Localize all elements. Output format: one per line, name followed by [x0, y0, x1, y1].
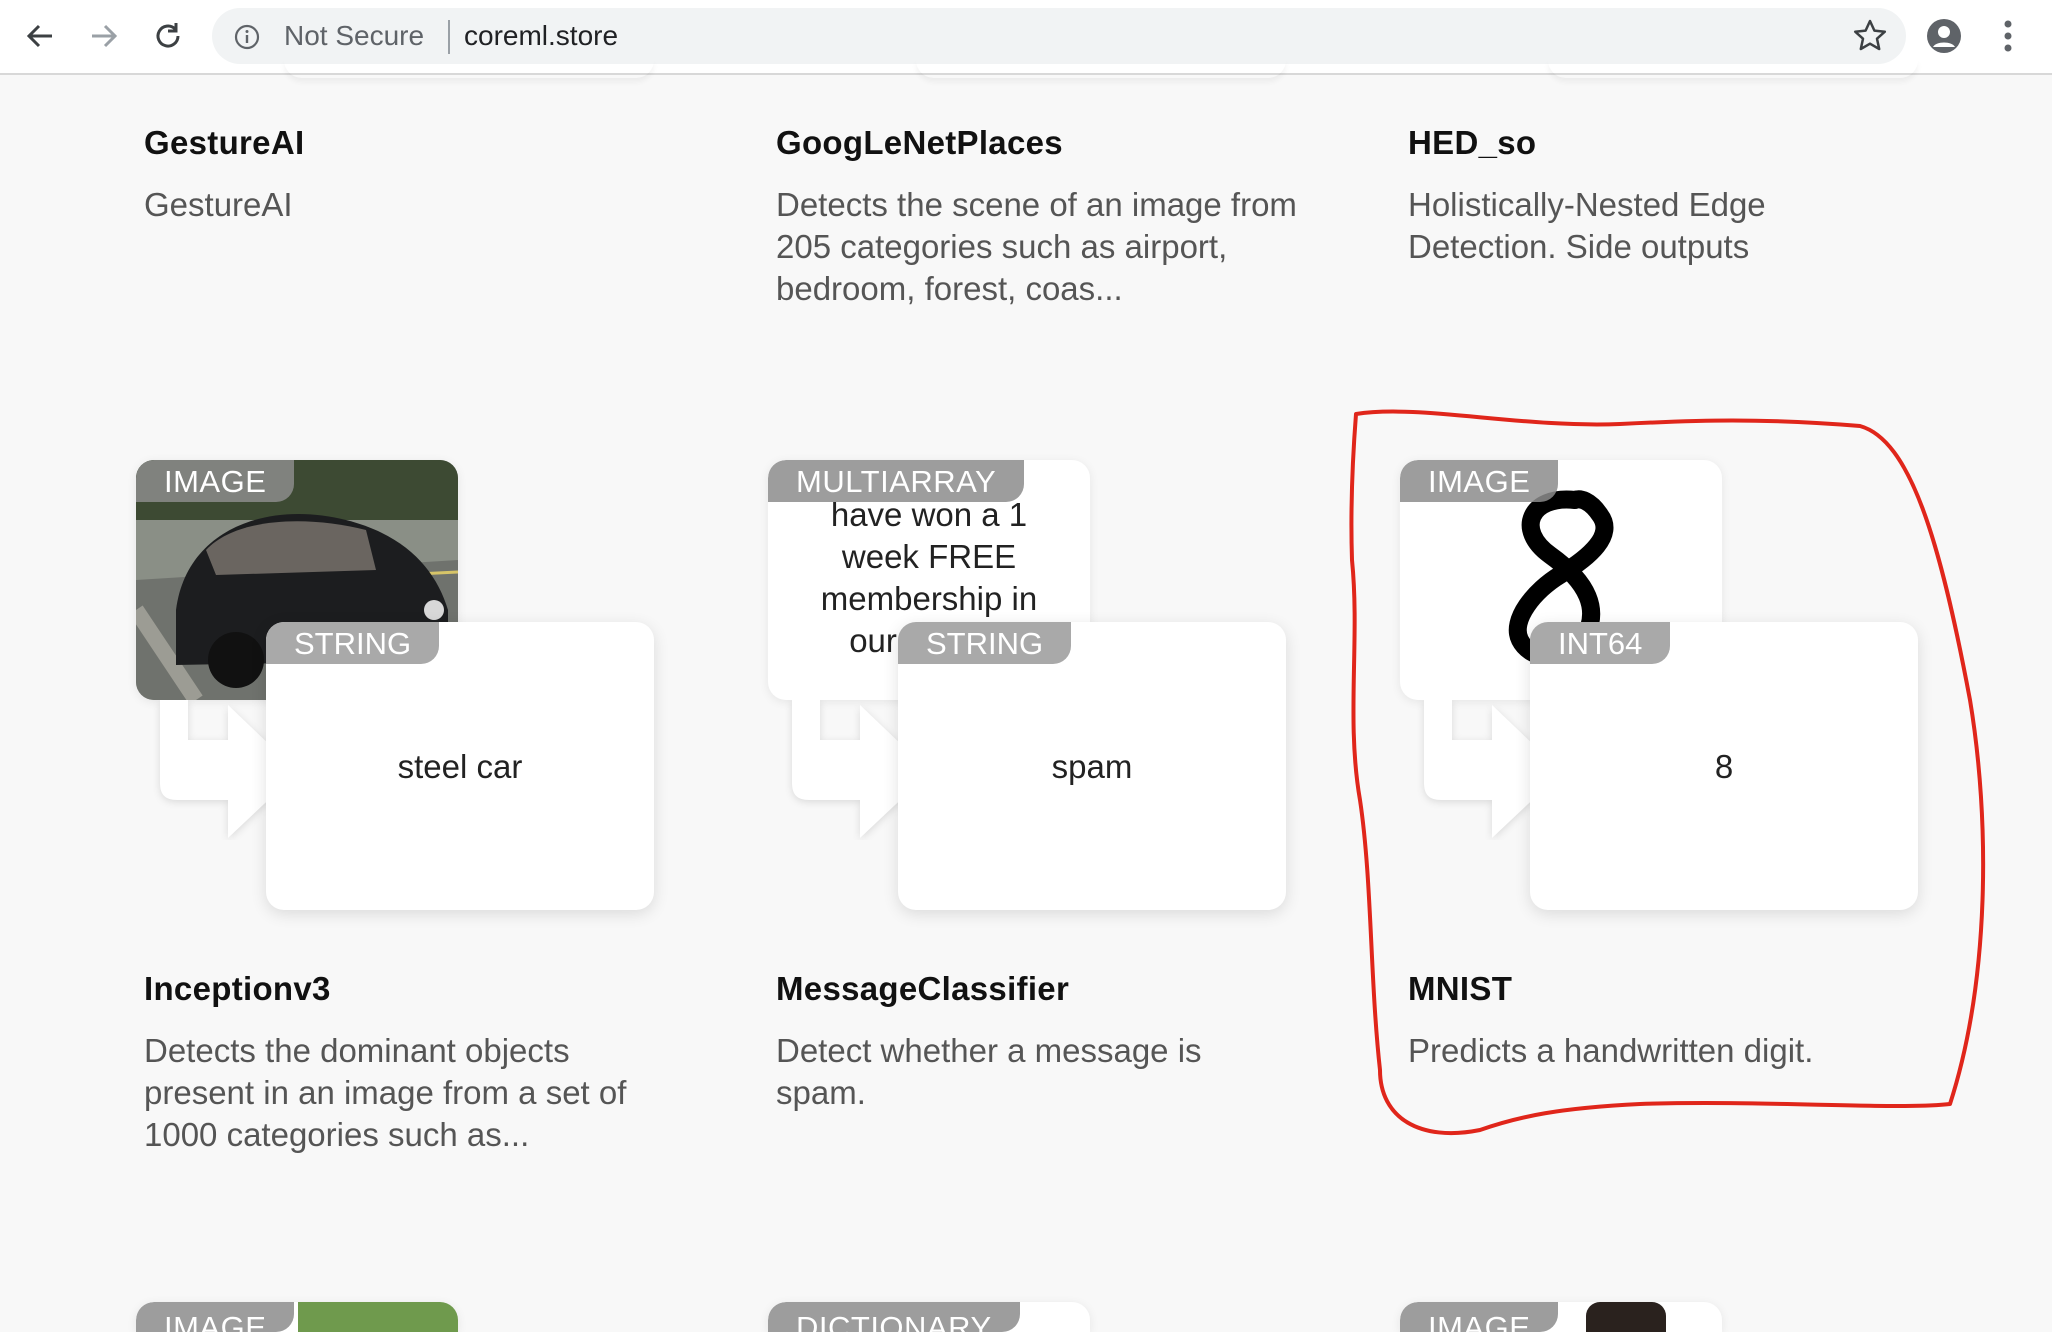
info-icon[interactable]	[234, 24, 260, 50]
thumbnail-image	[1586, 1302, 1666, 1332]
model-title[interactable]: GestureAI	[144, 124, 304, 162]
output-card: STRING spam	[898, 622, 1286, 910]
account-icon	[1927, 19, 1961, 53]
reload-icon	[156, 23, 180, 48]
input-type-tag: IMAGE	[136, 460, 295, 502]
output-type-tag: STRING	[266, 622, 440, 664]
address-bar[interactable]: Not Secure coreml.store	[212, 8, 1906, 64]
reload-button[interactable]	[146, 14, 190, 58]
url-separator	[448, 20, 450, 54]
output-type-tag: STRING	[898, 622, 1072, 664]
model-card-partial[interactable]: DICTIONARY	[768, 1302, 1090, 1332]
input-type-tag: IMAGE	[1400, 1302, 1559, 1332]
menu-button[interactable]	[1986, 14, 2030, 58]
output-value: spam	[1051, 748, 1133, 785]
profile-button[interactable]	[1922, 14, 1966, 58]
model-description: Detects the dominant objects present in …	[144, 1032, 627, 1153]
previous-card-edge	[1548, 60, 1918, 78]
thumbnail-image	[298, 1302, 458, 1332]
input-type-tag: MULTIARRAY	[768, 460, 1025, 502]
output-value: 8	[1714, 748, 1734, 785]
input-type-tag: DICTIONARY	[768, 1302, 1020, 1332]
output-value: steel car	[397, 748, 523, 785]
output-card: INT64 8	[1530, 622, 1918, 910]
output-card: STRING steel car	[266, 622, 654, 910]
previous-card-edge	[916, 60, 1286, 78]
input-type-tag: IMAGE	[136, 1302, 295, 1332]
model-card-partial[interactable]: IMAGE	[1400, 1302, 1722, 1332]
model-title[interactable]: MNIST	[1408, 970, 1512, 1008]
input-type-tag: IMAGE	[1400, 460, 1559, 502]
back-arrow-icon	[26, 24, 52, 48]
model-description: Predicts a handwritten digit.	[1408, 1032, 1814, 1069]
model-title[interactable]: Inceptionv3	[144, 970, 331, 1008]
model-description: Holistically-Nested Edge Detection. Side…	[1408, 186, 1766, 265]
forward-arrow-icon	[92, 24, 118, 48]
model-title[interactable]: GoogLeNetPlaces	[776, 124, 1063, 162]
model-card-partial[interactable]: IMAGE	[136, 1302, 458, 1332]
more-vert-icon	[2004, 20, 2012, 52]
bookmark-star-icon[interactable]	[1852, 18, 1888, 54]
model-description: GestureAI	[144, 186, 293, 223]
security-status[interactable]: Not Secure	[284, 20, 424, 52]
model-description: Detect whether a message is spam.	[776, 1032, 1202, 1111]
url-text[interactable]: coreml.store	[464, 20, 618, 52]
model-title[interactable]: MessageClassifier	[776, 970, 1069, 1008]
output-type-tag: INT64	[1530, 622, 1671, 664]
previous-card-edge	[284, 60, 654, 78]
model-title[interactable]: HED_so	[1408, 124, 1536, 162]
forward-button[interactable]	[82, 14, 126, 58]
back-button[interactable]	[18, 14, 62, 58]
model-description: Detects the scene of an image from 205 c…	[776, 186, 1297, 307]
